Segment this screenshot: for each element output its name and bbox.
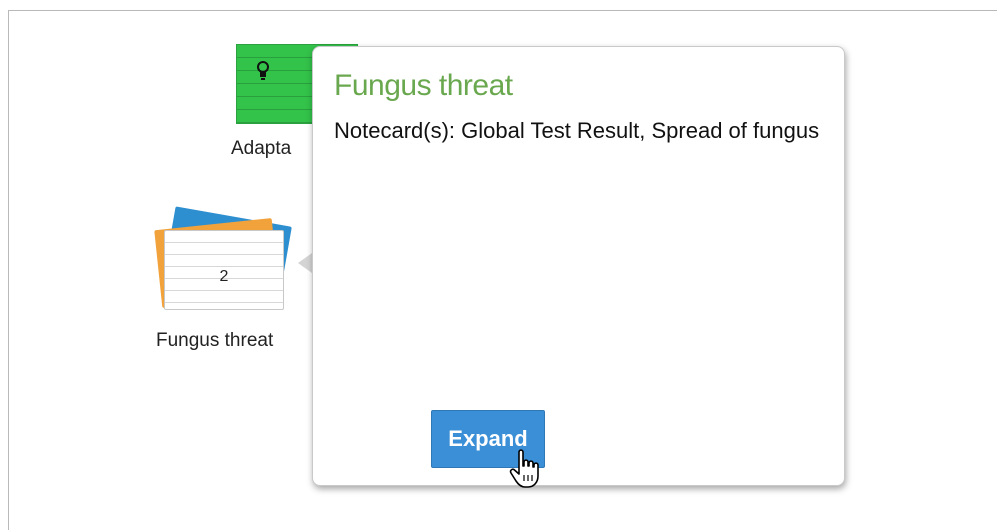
stack-count: 2 [219,268,229,285]
popover-notecards-text: Notecard(s): Global Test Result, Spread … [334,118,820,143]
fungus-threat-stack[interactable]: 2 [154,206,294,310]
hand-pointer-icon [509,449,539,488]
fungus-threat-stack-label: Fungus threat [156,330,274,351]
popover-arrow [298,253,312,273]
stack-popover: Fungus threat Notecard(s): Global Test R… [312,46,845,486]
lightbulb-icon [257,61,269,80]
popover-title: Fungus threat [334,69,513,102]
adaptation-card-label: Adapta [231,138,292,159]
